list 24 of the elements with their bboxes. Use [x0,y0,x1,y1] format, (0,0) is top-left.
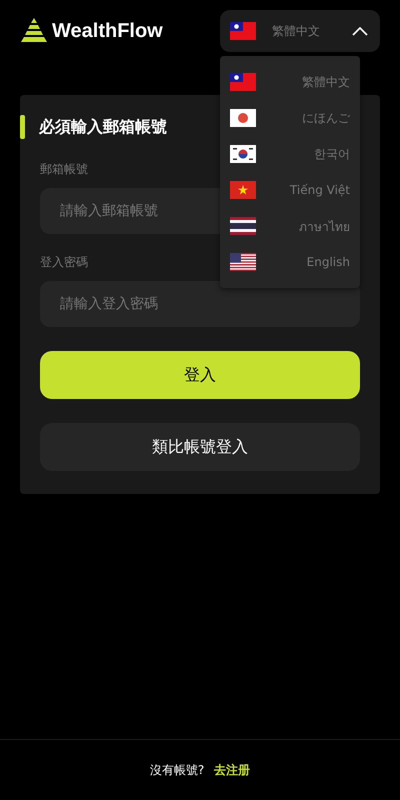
flag-icon [230,253,256,271]
flag-icon [230,181,256,199]
flag-icon [230,109,256,127]
password-field[interactable]: 請輸入登入密碼 [40,281,360,327]
language-option[interactable]: 繁體中文 [220,64,360,100]
accent-bar [20,115,25,139]
logo-text: WealthFlow [52,20,163,42]
language-option[interactable]: English [220,244,360,280]
field-label: 登入密碼 [40,254,88,271]
language-switcher[interactable]: 繁體中文 [220,10,380,52]
chevron-up-icon [352,26,368,36]
demo-login-button[interactable]: 類比帳號登入 [40,423,360,471]
flag-icon [230,145,256,163]
footer-prompt: 沒有帳號? [150,762,204,778]
register-link[interactable]: 去注册 [214,762,250,778]
language-option[interactable]: にほんご [220,100,360,136]
field-label: 郵箱帳號 [40,161,88,178]
flag-icon [230,73,256,91]
flag-icon [230,22,256,40]
flag-icon [230,217,256,235]
login-button[interactable]: 登入 [40,351,360,399]
language-option[interactable]: 한국어 [220,136,360,172]
logo-icon [20,18,48,44]
card-title: 必須輸入郵箱帳號 [39,116,167,138]
